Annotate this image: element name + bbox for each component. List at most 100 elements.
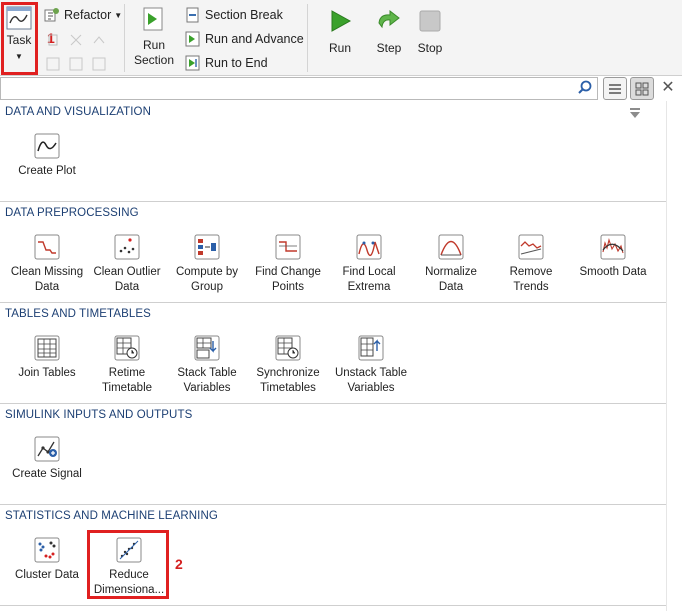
comment-icon[interactable] [47, 33, 61, 47]
task-item-find-local-extrema[interactable]: Find Local Extrema [326, 234, 412, 295]
task-item-retime-timetable[interactable]: Retime Timetable [84, 335, 170, 396]
task-item-label: Unstack Table [334, 367, 408, 379]
list-view-button[interactable] [603, 77, 627, 100]
task-item-label: Find Local [342, 266, 396, 278]
toolstrip-divider [307, 4, 308, 72]
task-item-label: Data [438, 281, 464, 293]
task-item-create-signal[interactable]: Create Signal [4, 436, 90, 482]
task-item-stack-table-variables[interactable]: Stack Table Variables [164, 335, 250, 396]
step-button[interactable]: Step [369, 9, 409, 56]
section-title-statistics-ml: STATISTICS AND MACHINE LEARNING [5, 510, 218, 522]
close-icon[interactable]: ✕ [658, 78, 678, 98]
task-item-synchronize-timetables[interactable]: Synchronize Timetables [245, 335, 331, 396]
task-item-label: Data [114, 281, 140, 293]
task-item-remove-trends[interactable]: Remove Trends [488, 234, 574, 295]
section-divider [0, 605, 666, 606]
task-item-compute-by-group[interactable]: Compute by Group [164, 234, 250, 295]
run-button[interactable]: Run [320, 9, 360, 56]
run-and-advance-icon [185, 31, 200, 47]
run-to-end-icon [185, 55, 200, 71]
decrease-indent-icon[interactable] [69, 57, 83, 71]
task-item-label: Trends [513, 281, 549, 293]
section-break-icon [186, 7, 199, 23]
unstack-table-variables-icon [358, 335, 384, 361]
task-item-label: Compute by [175, 266, 238, 278]
task-item-label: Smooth Data [579, 266, 647, 278]
search-input[interactable] [0, 77, 598, 100]
synchronize-timetables-icon [275, 335, 301, 361]
section-divider [0, 302, 666, 303]
stop-icon [419, 10, 441, 32]
run-and-advance-label: Run and Advance [205, 32, 304, 46]
gallery-scroll-edge [666, 101, 667, 611]
section-title-simulink: SIMULINK INPUTS AND OUTPUTS [5, 409, 193, 421]
run-and-advance-button[interactable]: Run and Advance [185, 29, 304, 49]
run-to-end-button[interactable]: Run to End [185, 53, 268, 73]
task-item-find-change-points[interactable]: Find Change Points [245, 234, 331, 295]
reduce-dimensionality-highlight-box [87, 530, 169, 599]
toolstrip: Task ▼ 1 Refactor ▼ Run Section Section … [0, 0, 682, 76]
task-item-label: Variables [347, 382, 395, 394]
task-item-join-tables[interactable]: Join Tables [4, 335, 90, 381]
task-item-label: Create Signal [12, 468, 82, 480]
smart-indent-icon[interactable] [46, 57, 60, 71]
task-item-create-plot[interactable]: Create Plot [4, 133, 90, 179]
uncomment-icon[interactable] [69, 33, 83, 47]
task-item-label: Clean Missing [10, 266, 84, 278]
refactor-label: Refactor [64, 8, 112, 22]
task-item-smooth-data[interactable]: Smooth Data [570, 234, 656, 280]
stop-button[interactable]: Stop [410, 9, 450, 56]
task-item-label: Join Tables [18, 367, 76, 379]
task-item-label: Clean Outlier [93, 266, 161, 278]
wrap-comments-icon[interactable] [92, 33, 108, 47]
clean-missing-data-icon [34, 234, 60, 260]
section-break-label: Section Break [205, 8, 283, 22]
increase-indent-icon[interactable] [92, 57, 106, 71]
clean-outlier-data-icon [114, 234, 140, 260]
section-title-data-visualization: DATA AND VISUALIZATION [5, 106, 151, 118]
create-signal-icon [34, 436, 60, 462]
task-item-label: Normalize [425, 266, 477, 278]
run-section-button[interactable]: Run Section [130, 6, 178, 68]
task-item-label: Variables [183, 382, 231, 394]
task-item-label: Timetables [260, 382, 316, 394]
refactor-button[interactable]: Refactor ▼ [44, 5, 122, 25]
grid-view-button[interactable] [630, 77, 654, 100]
run-to-end-label: Run to End [205, 56, 268, 70]
task-item-label: Find Change [255, 266, 321, 278]
find-change-points-icon [275, 234, 301, 260]
task-item-clean-missing-data[interactable]: Clean Missing Data [4, 234, 90, 295]
section-divider [0, 504, 666, 505]
step-icon [378, 9, 400, 29]
task-item-unstack-table-variables[interactable]: Unstack Table Variables [328, 335, 414, 396]
join-tables-icon [34, 335, 60, 361]
run-icon [331, 10, 352, 32]
stop-label: Stop [417, 41, 443, 55]
run-section-icon [143, 7, 163, 31]
remove-trends-icon [518, 234, 544, 260]
step-label: Step [376, 41, 402, 55]
task-item-cluster-data[interactable]: Cluster Data [4, 537, 90, 583]
section-break-button[interactable]: Section Break [185, 5, 283, 25]
task-item-normalize-data[interactable]: Normalize Data [408, 234, 494, 295]
task-item-label: Group [191, 281, 223, 293]
refactor-icon [44, 8, 59, 22]
toolstrip-divider [124, 4, 125, 72]
task-item-label: Synchronize [256, 367, 320, 379]
section-divider [0, 403, 666, 404]
task-item-clean-outlier-data[interactable]: Clean Outlier Data [84, 234, 170, 295]
create-plot-icon [34, 133, 60, 159]
run-label: Run [328, 41, 351, 55]
search-icon[interactable] [577, 80, 593, 96]
smooth-data-icon [600, 234, 626, 260]
task-item-label: Retime [108, 367, 146, 379]
section-title-data-preprocessing: DATA PREPROCESSING [5, 207, 139, 219]
collapse-arrow-icon[interactable] [628, 106, 642, 120]
task-item-label: Data [34, 281, 60, 293]
section-divider [0, 201, 666, 202]
chevron-down-icon: ▼ [114, 10, 123, 20]
cluster-data-icon [34, 537, 60, 563]
find-local-extrema-icon [356, 234, 382, 260]
run-section-label-line2: Section [133, 53, 175, 67]
task-item-label: Remove [509, 266, 553, 278]
